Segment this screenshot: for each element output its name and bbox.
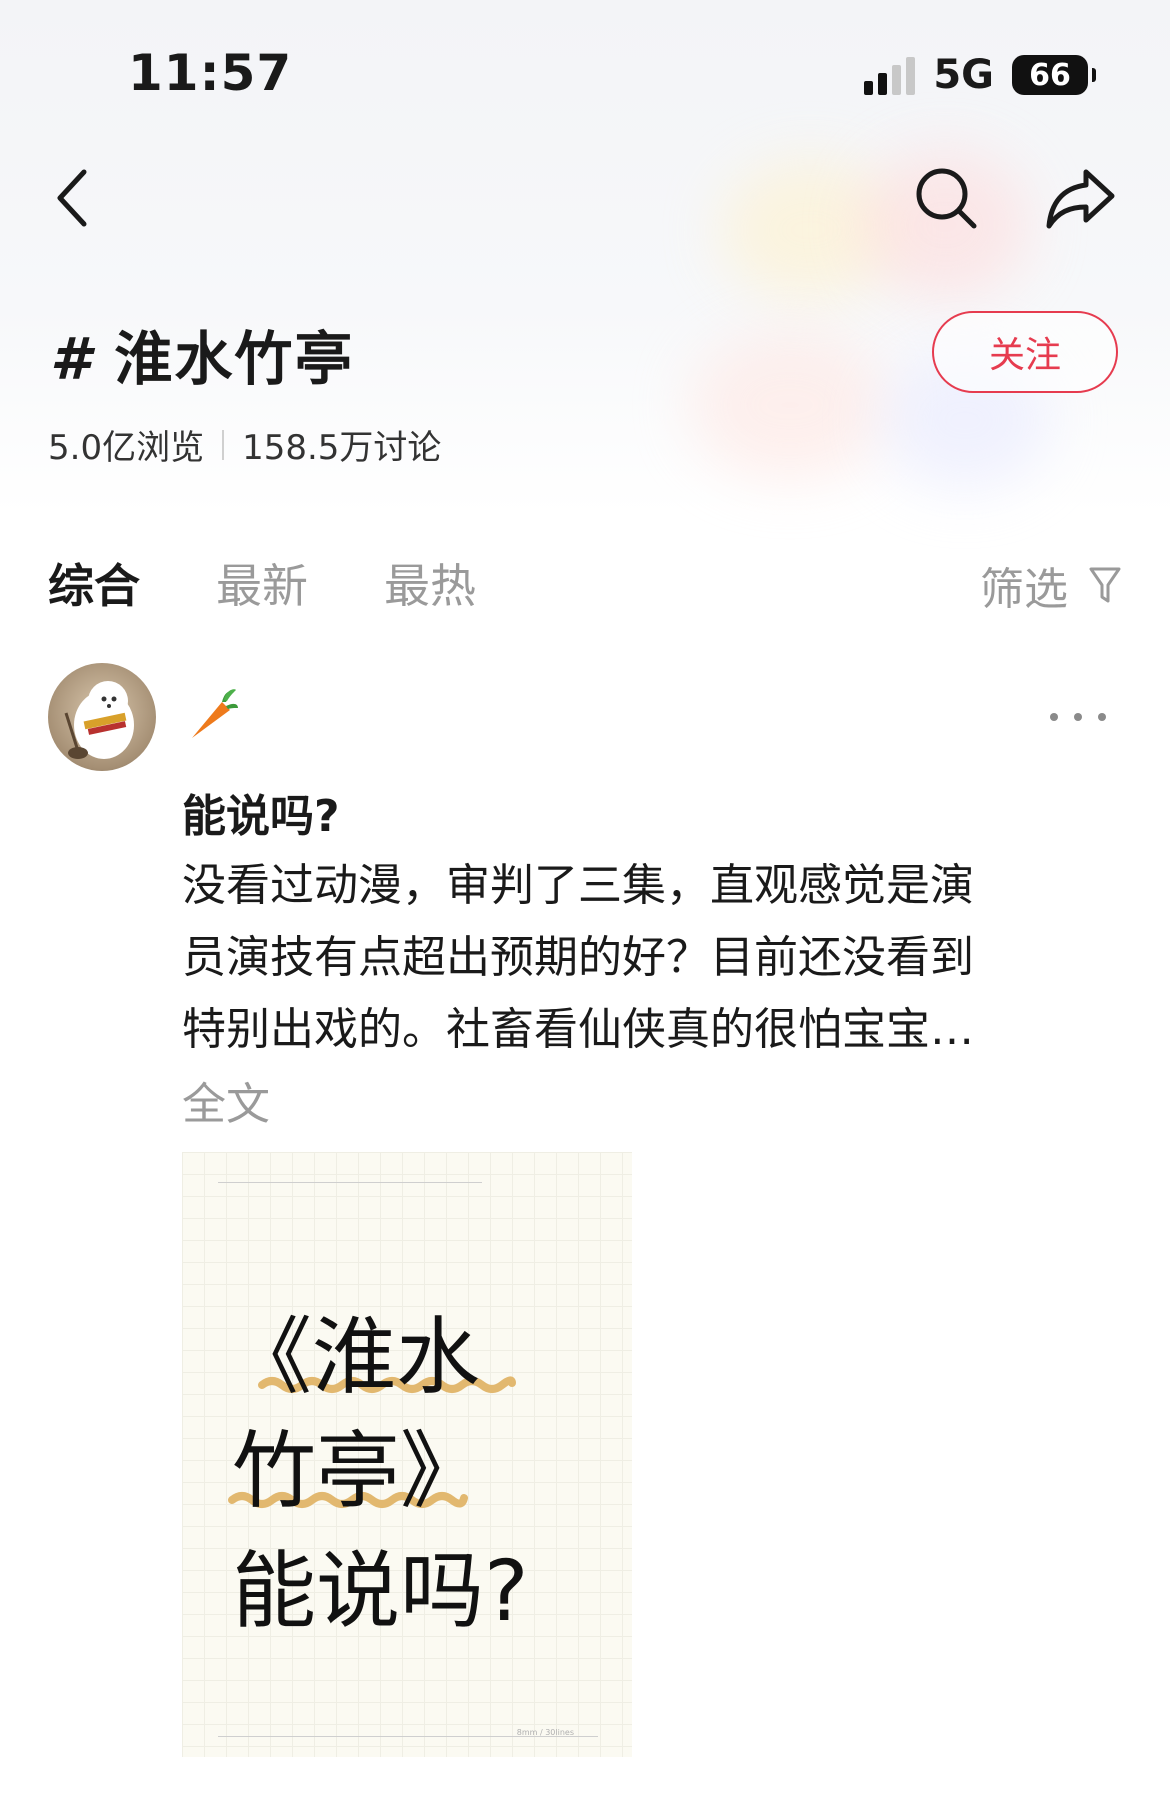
feed-tabs: 综合 最新 最热 筛选 bbox=[48, 550, 1122, 616]
follow-button[interactable]: 关注 bbox=[932, 311, 1118, 393]
chevron-left-icon bbox=[57, 169, 87, 227]
network-type: 5G bbox=[933, 52, 994, 98]
status-indicators: 5G 66 bbox=[864, 52, 1096, 98]
filter-label: 筛选 bbox=[980, 564, 1068, 615]
post-body-line: 特别出戏的。社畜看仙侠真的很怕宝宝… bbox=[182, 1004, 974, 1055]
share-icon bbox=[1046, 169, 1115, 229]
post-body-line: 没看过动漫，审判了三集，直观感觉是演 bbox=[182, 860, 974, 911]
author-avatar[interactable] bbox=[48, 663, 156, 771]
topic-title: # 淮水竹亭 bbox=[50, 312, 354, 396]
view-count: 5.0亿浏览 bbox=[48, 428, 205, 468]
stats-divider bbox=[222, 429, 225, 460]
image-footer-note: 8mm / 30lines bbox=[516, 1728, 574, 1737]
discussion-count: 158.5万讨论 bbox=[242, 428, 442, 468]
tab-comprehensive[interactable]: 综合 bbox=[48, 550, 140, 616]
status-bar: 11:57 5G 66 bbox=[0, 0, 1170, 150]
filter-button[interactable]: 筛选 bbox=[980, 553, 1122, 617]
more-dot-icon bbox=[1050, 713, 1058, 721]
search-icon bbox=[916, 168, 977, 229]
filter-icon bbox=[1089, 567, 1121, 603]
image-text-line: 《淮水 bbox=[228, 1308, 481, 1406]
back-button[interactable] bbox=[32, 158, 112, 238]
tab-latest[interactable]: 最新 bbox=[216, 550, 308, 616]
author-name[interactable]: 🥕 bbox=[182, 684, 242, 744]
post-body-line: 员演技有点超出预期的好？目前还没看到 bbox=[182, 932, 974, 983]
topic-stats: 5.0亿浏览 158.5万讨论 bbox=[48, 420, 441, 469]
post-image[interactable]: 《淮水 竹亭》 能说吗? 8mm / 30lines bbox=[182, 1152, 632, 1757]
battery-level: 66 bbox=[1029, 57, 1071, 93]
hashtag-icon: # bbox=[50, 325, 93, 393]
more-dot-icon bbox=[1074, 713, 1082, 721]
status-time: 11:57 bbox=[128, 44, 293, 102]
image-text-line: 竹亭》 bbox=[232, 1422, 485, 1520]
signal-strength-icon bbox=[864, 55, 916, 95]
post-body[interactable]: 没看过动漫，审判了三集，直观感觉是演 员演技有点超出预期的好？目前还没看到 特别… bbox=[182, 850, 1082, 1066]
more-dot-icon bbox=[1098, 713, 1106, 721]
share-button[interactable] bbox=[1040, 158, 1120, 238]
topic-name: 淮水竹亭 bbox=[114, 325, 355, 393]
image-text-line: 能说吗? bbox=[232, 1542, 529, 1640]
avatar-image bbox=[64, 681, 134, 759]
read-full-text-link[interactable]: 全文 bbox=[182, 1068, 270, 1132]
tab-hottest[interactable]: 最热 bbox=[384, 550, 476, 616]
topic-page: 11:57 5G 66 # 淮水竹亭 关注 5.0亿浏览 158.5万讨论 综合… bbox=[0, 0, 1170, 1811]
post-title: 能说吗? bbox=[182, 791, 340, 842]
more-options-button[interactable] bbox=[1050, 700, 1106, 734]
search-button[interactable] bbox=[906, 158, 986, 238]
battery-icon: 66 bbox=[1012, 55, 1096, 95]
carrot-icon bbox=[192, 689, 238, 738]
